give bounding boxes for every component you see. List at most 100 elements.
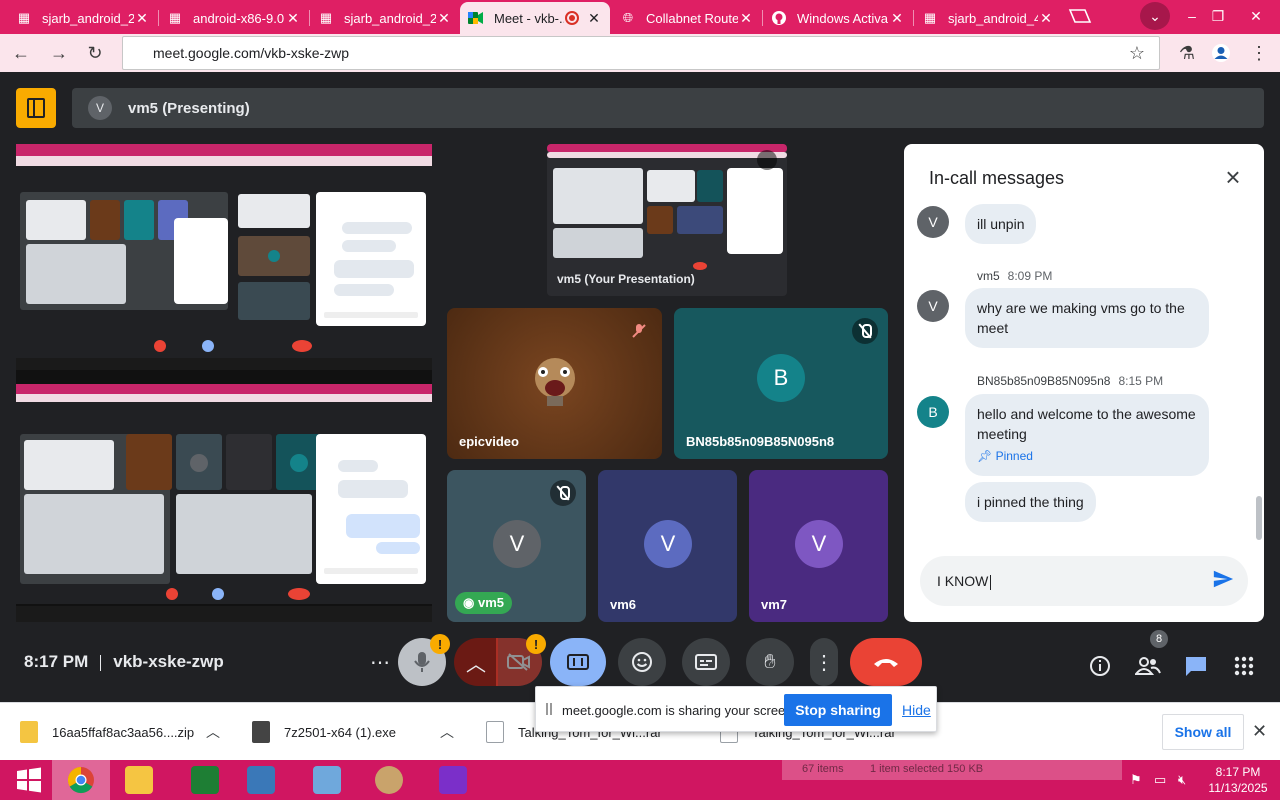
taskbar-virtualbox[interactable] bbox=[232, 760, 290, 800]
chat-input-text: I KNOW bbox=[937, 573, 992, 590]
taskbar-network[interactable] bbox=[298, 760, 356, 800]
send-message-button[interactable] bbox=[1212, 568, 1238, 594]
start-button[interactable] bbox=[0, 760, 58, 800]
meeting-info: 8:17 PM vkb-xske-zwp bbox=[24, 652, 224, 672]
close-icon[interactable]: ✕ bbox=[1038, 10, 1054, 27]
shared-nested-tile bbox=[226, 434, 272, 490]
volume-muted-icon[interactable]: 🔇︎ bbox=[1178, 772, 1194, 788]
talking-tom-video bbox=[531, 354, 579, 406]
profile-avatar-icon[interactable] bbox=[1206, 38, 1236, 68]
close-icon[interactable]: ✕ bbox=[285, 10, 301, 27]
new-tab-button[interactable] bbox=[1062, 0, 1098, 32]
tab-collabnet[interactable]: 🌐︎ Collabnet Route... ✕ bbox=[612, 2, 762, 34]
taskbar-time: 8:17 PM bbox=[1215, 765, 1261, 779]
participant-avatar: V bbox=[493, 520, 541, 568]
bookmark-star-icon[interactable]: ☆ bbox=[1129, 43, 1145, 64]
close-icon[interactable]: ✕ bbox=[889, 10, 905, 27]
download-item[interactable]: 7z2501-x64 (1).exe ︿ bbox=[252, 703, 464, 761]
participant-name-self: ◉ vm5 bbox=[455, 592, 512, 614]
close-icon[interactable]: ✕ bbox=[134, 10, 150, 27]
present-screen-button[interactable] bbox=[550, 638, 606, 686]
tab-sjarb-android-4[interactable]: ▦ sjarb_android_4... ✕ bbox=[914, 2, 1062, 34]
show-all-downloads-button[interactable]: Show all bbox=[1162, 714, 1244, 750]
participant-tile-bn85[interactable]: B BN85b85n09B85N095n8 bbox=[674, 308, 888, 459]
drag-handle-icon[interactable] bbox=[546, 703, 552, 715]
raise-hand-button[interactable]: ✋︎ bbox=[746, 638, 794, 686]
download-item[interactable]: 16aa5ffaf8ac3aa56....zip ︿ bbox=[20, 703, 232, 761]
presentation-layout-button[interactable] bbox=[16, 88, 56, 128]
reload-button[interactable]: ↻ bbox=[80, 38, 110, 68]
taskbar-paint[interactable] bbox=[360, 760, 418, 800]
more-options-button[interactable]: ⋮ bbox=[810, 638, 838, 686]
tab-windows-activation[interactable]: Windows Activa... ✕ bbox=[763, 2, 913, 34]
tab-android-x86[interactable]: ▦ android-x86-9.0... ✕ bbox=[159, 2, 309, 34]
tab-sjarb-android-1[interactable]: ▦ sjarb_android_2... ✕ bbox=[8, 2, 158, 34]
network-tray-icon[interactable]: ▭ bbox=[1154, 772, 1170, 788]
back-button[interactable]: ← bbox=[6, 38, 36, 68]
tab-search-button[interactable]: ⌄ bbox=[1140, 2, 1170, 30]
address-bar[interactable]: meet.google.com/vkb-xske-zwp ☆ bbox=[122, 36, 1160, 70]
chevron-up-icon[interactable]: ︿ bbox=[440, 722, 454, 742]
message-avatar: B bbox=[917, 396, 949, 428]
taskbar-chrome[interactable] bbox=[52, 760, 110, 800]
message-sender: vm5 bbox=[977, 269, 1000, 283]
meeting-details-button[interactable] bbox=[1086, 652, 1114, 680]
tab-label: sjarb_android_2... bbox=[42, 10, 134, 26]
chat-input[interactable]: I KNOW bbox=[920, 556, 1248, 606]
participant-avatar: V bbox=[795, 520, 843, 568]
shared-nested-tile bbox=[90, 200, 120, 240]
taskbar-clock[interactable]: 8:17 PM 11/13/2025 bbox=[1200, 764, 1276, 796]
flag-icon[interactable]: ⚑ bbox=[1130, 772, 1146, 788]
camera-off-icon bbox=[757, 150, 777, 170]
restore-button[interactable]: ❐ bbox=[1200, 0, 1236, 32]
chevron-up-icon[interactable]: ︿ bbox=[206, 722, 220, 742]
presentation-icon bbox=[27, 98, 45, 118]
browser-menu-icon[interactable]: ⋮ bbox=[1244, 38, 1274, 68]
self-preview-tile bbox=[697, 170, 723, 202]
stop-sharing-button[interactable]: Stop sharing bbox=[784, 694, 892, 726]
shared-chat-bubble bbox=[334, 260, 414, 278]
sharing-message: meet.google.com is sharing your screen. bbox=[562, 703, 797, 718]
participant-tile-vm7[interactable]: V vm7 bbox=[749, 470, 888, 622]
tab-sjarb-android-2[interactable]: ▦ sjarb_android_2... ✕ bbox=[310, 2, 460, 34]
pin-icon: 📌︎ bbox=[977, 449, 996, 463]
close-icon[interactable]: ✕ bbox=[586, 10, 602, 27]
captions-button[interactable] bbox=[682, 638, 730, 686]
close-icon[interactable]: ✕ bbox=[738, 10, 754, 27]
close-shelf-icon[interactable]: ✕ bbox=[1252, 721, 1267, 742]
labs-flask-icon[interactable]: ⚗ bbox=[1172, 38, 1202, 68]
chat-message: i pinned the thing bbox=[965, 482, 1096, 522]
divider bbox=[100, 654, 102, 671]
forward-button[interactable]: → bbox=[44, 38, 74, 68]
presenting-title: vm5 (Presenting) bbox=[128, 99, 250, 117]
self-preview-chat bbox=[727, 168, 783, 254]
participant-tile-epicvideo[interactable]: epicvideo bbox=[447, 308, 662, 459]
close-window-button[interactable]: ✕ bbox=[1238, 0, 1274, 32]
close-icon[interactable]: ✕ bbox=[436, 10, 452, 27]
leave-call-button[interactable] bbox=[850, 638, 922, 686]
hide-notification-link[interactable]: Hide bbox=[902, 702, 931, 718]
participant-tile-vm5[interactable]: V ◉ vm5 bbox=[447, 470, 586, 622]
tab-meet[interactable]: Meet - vkb-... ✕ bbox=[460, 2, 610, 34]
reactions-button[interactable] bbox=[618, 638, 666, 686]
more-options-left[interactable]: ⋯ bbox=[360, 638, 400, 686]
participant-avatar: V bbox=[644, 520, 692, 568]
camera-options-button[interactable]: ︿ bbox=[454, 638, 498, 686]
taskbar-search-app[interactable] bbox=[424, 760, 482, 800]
chat-button[interactable] bbox=[1182, 652, 1210, 680]
chat-scrollbar[interactable] bbox=[1256, 496, 1262, 540]
activities-button[interactable] bbox=[1230, 652, 1258, 680]
muted-indicator bbox=[852, 318, 878, 344]
shared-nested-tile bbox=[124, 200, 154, 240]
close-chat-button[interactable]: × bbox=[1220, 164, 1246, 190]
shared-nested-avatar bbox=[290, 454, 308, 472]
muted-indicator bbox=[550, 480, 576, 506]
participant-tile-vm6[interactable]: V vm6 bbox=[598, 470, 737, 622]
browser-tab-strip: ▦ sjarb_android_2... ✕ ▦ android-x86-9.0… bbox=[0, 0, 1280, 34]
people-button[interactable] bbox=[1134, 652, 1162, 680]
ghost-selection: 1 item selected 150 KB bbox=[870, 763, 984, 775]
shared-chat-bubble bbox=[342, 240, 396, 252]
taskbar-excel[interactable] bbox=[176, 760, 234, 800]
taskbar-file-explorer[interactable] bbox=[110, 760, 168, 800]
camera-warning-badge: ! bbox=[526, 634, 546, 654]
